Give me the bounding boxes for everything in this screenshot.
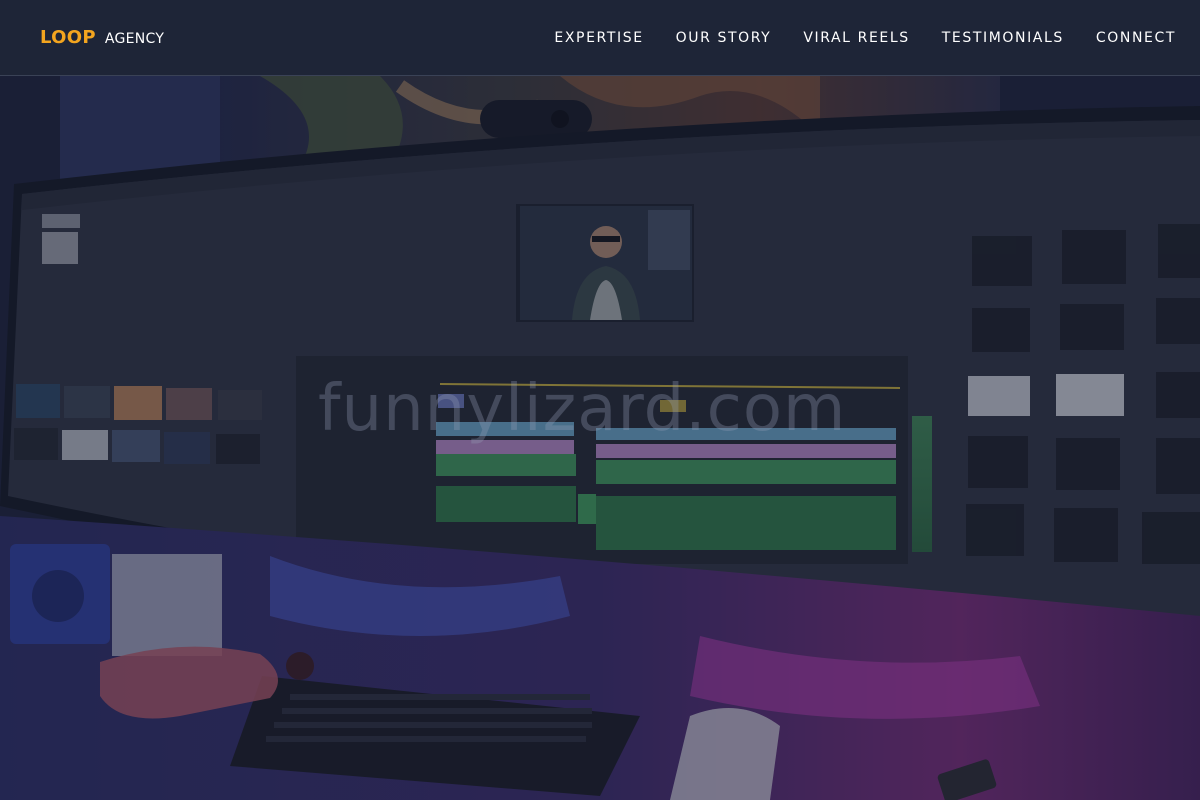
brand-logo-primary: LOOP xyxy=(40,27,96,48)
brand-logo[interactable]: LOOP AGENCY xyxy=(40,27,164,48)
nav-link-testimonials[interactable]: TESTIMONIALS xyxy=(942,30,1064,46)
hero-background-image xyxy=(0,76,1200,800)
nav-link-expertise[interactable]: EXPERTISE xyxy=(554,30,643,46)
page: LOOP AGENCY EXPERTISE OUR STORY VIRAL RE… xyxy=(0,0,1200,800)
site-header: LOOP AGENCY EXPERTISE OUR STORY VIRAL RE… xyxy=(0,0,1200,76)
main-nav: EXPERTISE OUR STORY VIRAL REELS TESTIMON… xyxy=(554,30,1176,46)
hero-section: funnylizard.com xyxy=(0,76,1200,800)
nav-link-viral-reels[interactable]: VIRAL REELS xyxy=(803,30,909,46)
nav-link-connect[interactable]: CONNECT xyxy=(1096,30,1176,46)
brand-logo-secondary: AGENCY xyxy=(104,31,165,47)
nav-link-our-story[interactable]: OUR STORY xyxy=(676,30,772,46)
